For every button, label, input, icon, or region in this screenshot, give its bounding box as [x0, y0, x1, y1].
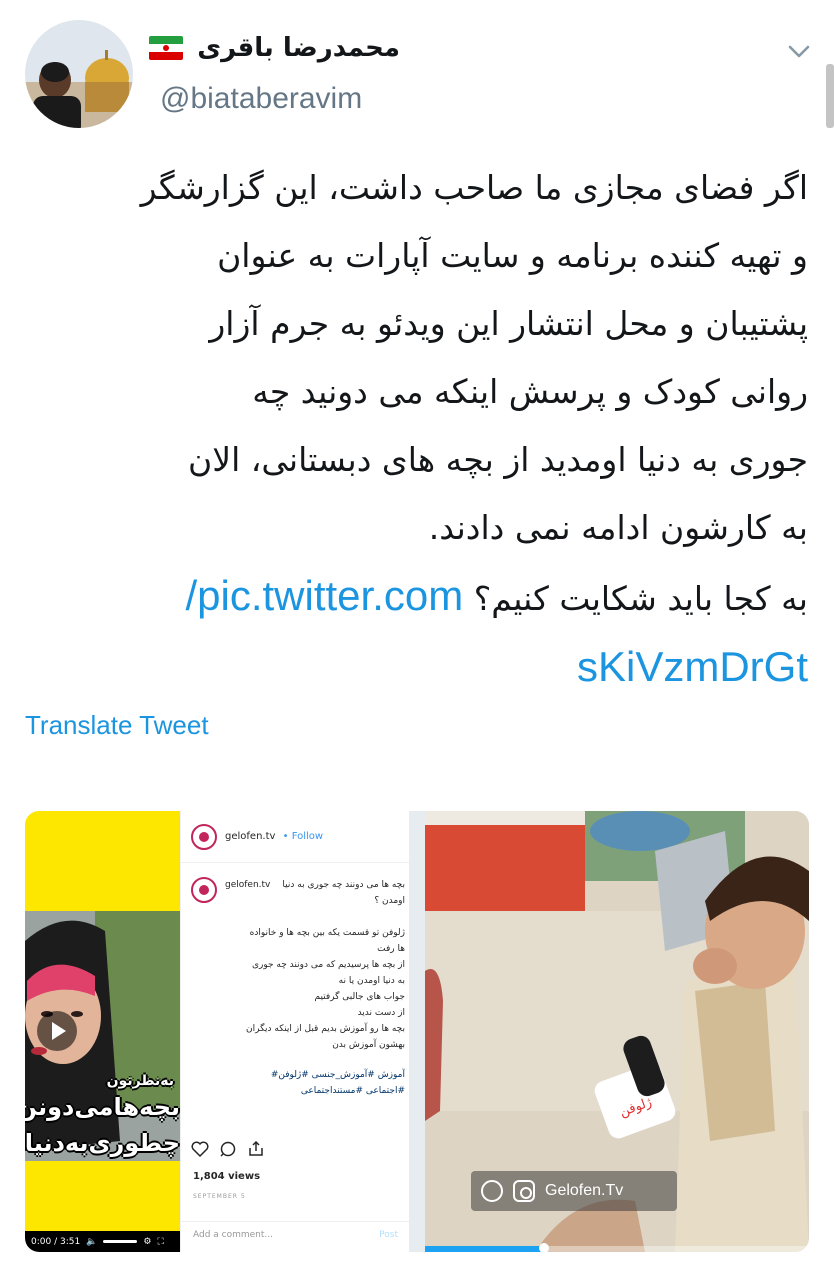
translate-tweet-link[interactable]: Translate Tweet [25, 710, 209, 741]
video-progress-knob[interactable] [539, 1243, 550, 1252]
media-right-video[interactable]: ژلوفن Gelofen.Tv [425, 811, 809, 1252]
instagram-views: 1,804 views [193, 1171, 261, 1182]
caption-account-name[interactable]: gelofen.tv [225, 877, 270, 893]
share-icon[interactable] [247, 1141, 265, 1157]
author-display-name[interactable]: محمدرضا باقری [197, 33, 400, 63]
volume-icon[interactable]: 🔈 [86, 1237, 97, 1247]
scrollbar[interactable] [826, 64, 834, 128]
tweet-link-part2[interactable]: sKiVzmDrGt [577, 643, 808, 690]
avatar[interactable] [25, 20, 133, 128]
tweet-line: روانی کودک و پرسش اینکه می دونید چه [252, 372, 808, 411]
comment-placeholder: Add a comment... [193, 1230, 274, 1240]
tweet-line: به کارشون ادامه نمی دادند. [428, 508, 808, 547]
instagram-date: SEPTEMBER 5 [193, 1193, 246, 1200]
video-progress-fill [425, 1246, 545, 1252]
follow-button[interactable]: Follow [292, 831, 323, 842]
instagram-icon [513, 1180, 535, 1202]
instagram-header: gelofen.tv • Follow [181, 811, 409, 863]
caption-line: ژلوفن تو قسمت یکه بین بچه ها و خانواده [249, 928, 405, 938]
video-poster: به‌نظرتون بچه‌هامی‌دونن چطوری‌به‌دنیا [25, 811, 180, 1231]
caption-line: بهشون آموزش بدن [332, 1040, 405, 1050]
instagram-account-logo[interactable] [191, 877, 217, 903]
tweet-line: و تهیه کننده برنامه و سایت آپارات به عنو… [217, 236, 808, 275]
tweet-line: جوری به دنیا اومدید از بچه های دبستانی، … [188, 440, 808, 479]
chevron-down-icon[interactable] [786, 38, 812, 64]
caption-line: به دنیا اومدن یا نه [338, 976, 405, 986]
player-time: 0:00 / 3:51 [31, 1236, 81, 1247]
play-button[interactable] [37, 1011, 77, 1051]
instagram-post: gelofen.tv • Follow gelofen.tv بچه ها می… [180, 811, 409, 1252]
tweet-line-with-link: به کجا باید شکایت کنیم؟ pic.twitter.com/ [20, 562, 808, 633]
tweet-line: پشتیبان و محل انتشار این ویدئو به جرم آز… [209, 304, 808, 343]
media-container: به‌نظرتون بچه‌هامی‌دونن چطوری‌به‌دنیا 0:… [25, 811, 809, 1252]
tweet-text: اگر فضای مجازی ما صاحب داشت، این گزارشگر… [20, 154, 808, 704]
fullscreen-icon[interactable]: ⛶ [157, 1237, 163, 1247]
caption-line: از بچه ها پرسیدیم که می دونند چه جوری [251, 960, 405, 970]
volume-slider[interactable] [103, 1240, 138, 1243]
author-handle[interactable]: @biataberavim [160, 82, 362, 116]
caption-line: جواب های جالبی گرفتیم [314, 992, 405, 1002]
caption-title: بچه ها می دونند چه جوری به دنیا اومدن ؟ [282, 880, 405, 906]
tweet-line: به کجا باید شکایت کنیم؟ [473, 579, 808, 618]
video-progress-bar[interactable] [425, 1243, 809, 1252]
tweet-link-part1[interactable]: pic.twitter.com/ [185, 572, 463, 619]
comment-icon[interactable] [219, 1141, 237, 1157]
instagram-caption: gelofen.tv بچه ها می دونند چه جوری به دن… [191, 877, 405, 1099]
instagram-actions [191, 1141, 265, 1157]
caption-tags[interactable]: #اجتماعی #مستنداجتماعی [191, 1083, 405, 1099]
caption-line: از دست ندید [357, 1008, 405, 1018]
caption-line: ها رفت [377, 944, 405, 954]
media-left-video[interactable]: به‌نظرتون بچه‌هامی‌دونن چطوری‌به‌دنیا 0:… [25, 811, 409, 1252]
poster-line-1: بچه‌هامی‌دونن [25, 1093, 180, 1121]
poster-title: به‌نظرتون بچه‌هامی‌دونن چطوری‌به‌دنیا [25, 1073, 180, 1161]
iran-flag-icon [149, 36, 184, 60]
instagram-account-logo[interactable] [191, 823, 217, 850]
video-player-controls: 0:00 / 3:51 🔈 ⚙ ⛶ [25, 1231, 180, 1252]
author-name-row: محمدرضا باقری [149, 33, 400, 63]
caption-tags[interactable]: آموزش #آموزش_جنسی #ژلوفن# [191, 1067, 405, 1083]
poster-line-2: چطوری‌به‌دنیا [25, 1129, 180, 1157]
settings-icon[interactable]: ⚙ [143, 1237, 151, 1247]
watermark-text: Gelofen.Tv [545, 1182, 624, 1199]
video-watermark: Gelofen.Tv [471, 1171, 677, 1211]
comment-post-button[interactable]: Post [379, 1230, 398, 1240]
comment-input[interactable]: Add a comment... Post [181, 1221, 409, 1252]
tweet-line: اگر فضای مجازی ما صاحب داشت، این گزارشگر [140, 168, 808, 207]
dot-separator: • [282, 831, 289, 842]
poster-small-text: به‌نظرتون [106, 1073, 174, 1089]
caption-line: بچه ها رو آموزش بدیم قبل از اینکه دیگران [246, 1024, 405, 1034]
film-reel-icon [481, 1180, 503, 1202]
heart-icon[interactable] [191, 1141, 209, 1157]
instagram-account-name[interactable]: gelofen.tv [225, 831, 275, 842]
